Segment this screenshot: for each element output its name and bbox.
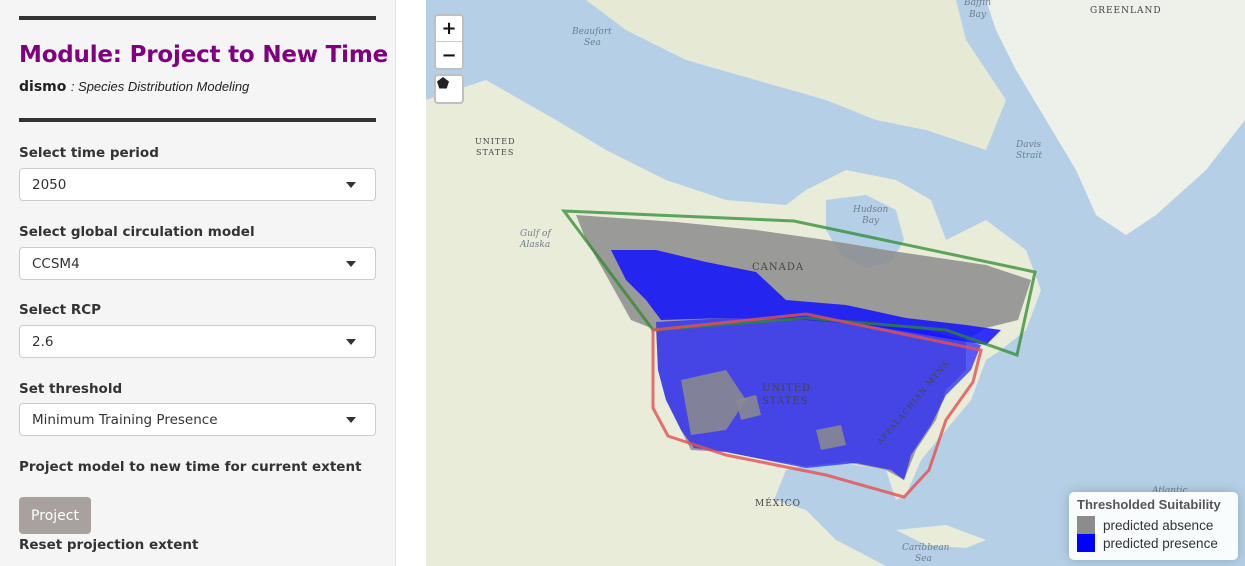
label-beaufort-1: Beaufort (571, 27, 612, 37)
legend-item: predicted absence (1077, 516, 1230, 534)
gcm-value: CCSM4 (32, 256, 80, 272)
zoom-control: + − (434, 14, 464, 70)
label-caribbean-2: Sea (915, 554, 932, 564)
module-subtitle: dismo : Species Distribution Modeling (19, 78, 249, 96)
label-us-2: STATES (762, 396, 808, 407)
label-us-1: UNITED (762, 383, 811, 394)
legend-swatch-presence (1077, 534, 1095, 552)
label-davis-2: Strait (1016, 151, 1042, 161)
project-instructions: Project model to new time for current ex… (19, 459, 362, 475)
label-greenland: GREENLAND (1090, 6, 1162, 16)
legend-item: predicted presence (1077, 534, 1230, 552)
chevron-down-icon (346, 339, 356, 345)
label-canada: CANADA (752, 262, 804, 273)
draw-polygon-button[interactable] (434, 74, 464, 104)
pentagon-icon (437, 77, 449, 89)
label-alaska-gulf-1: Gulf of (520, 229, 552, 239)
chevron-down-icon (346, 182, 356, 188)
project-button[interactable]: Project (19, 497, 91, 534)
label-davis-1: Davis (1015, 140, 1042, 150)
label-hudson-2: Bay (861, 216, 880, 226)
sidebar-panel: Module: Project to New Time dismo : Spec… (0, 0, 396, 566)
chevron-down-icon (346, 261, 356, 267)
legend-label: predicted absence (1103, 517, 1214, 533)
rcp-select[interactable]: 2.6 (19, 325, 376, 358)
label-mexico: MÉXICO (755, 497, 801, 509)
label-hudson-1: Hudson (852, 205, 888, 215)
rcp-label: Select RCP (19, 302, 102, 318)
zoom-in-button[interactable]: + (436, 16, 462, 42)
label-beaufort-2: Sea (584, 38, 601, 48)
divider-top (19, 16, 376, 20)
threshold-value: Minimum Training Presence (32, 412, 218, 428)
divider-middle (19, 118, 376, 122)
label-baffin-2: Bay (968, 10, 987, 20)
legend-title: Thresholded Suitability (1077, 497, 1221, 512)
time-period-label: Select time period (19, 145, 159, 161)
reset-extent-label: Reset projection extent (19, 537, 199, 553)
gcm-select[interactable]: CCSM4 (19, 247, 376, 280)
time-period-value: 2050 (32, 177, 67, 193)
rcp-value: 2.6 (32, 334, 54, 350)
zoom-out-button[interactable]: − (436, 42, 462, 68)
label-baffin-1: Baffin (963, 0, 991, 8)
label-alaska-gulf-2: Alaska (519, 240, 550, 250)
package-description: : Species Distribution Modeling (70, 79, 250, 94)
label-caribbean-1: Caribbean (902, 543, 950, 553)
chevron-down-icon (346, 417, 356, 423)
threshold-label: Set threshold (19, 381, 123, 397)
label-alaska-us-2: STATES (476, 148, 514, 157)
label-alaska-us-1: UNITED (475, 137, 516, 146)
basemap: GREENLAND Beaufort Sea Baffin Bay UNITED… (426, 0, 1245, 566)
map-view[interactable]: GREENLAND Beaufort Sea Baffin Bay UNITED… (426, 0, 1245, 566)
time-period-select[interactable]: 2050 (19, 168, 376, 201)
legend-swatch-absence (1077, 516, 1095, 534)
threshold-select[interactable]: Minimum Training Presence (19, 403, 376, 436)
map-legend: Thresholded Suitability predicted absenc… (1069, 492, 1238, 560)
legend-label: predicted presence (1103, 535, 1218, 551)
module-title: Module: Project to New Time (19, 42, 388, 68)
gcm-label: Select global circulation model (19, 224, 255, 240)
package-name: dismo (19, 79, 67, 95)
